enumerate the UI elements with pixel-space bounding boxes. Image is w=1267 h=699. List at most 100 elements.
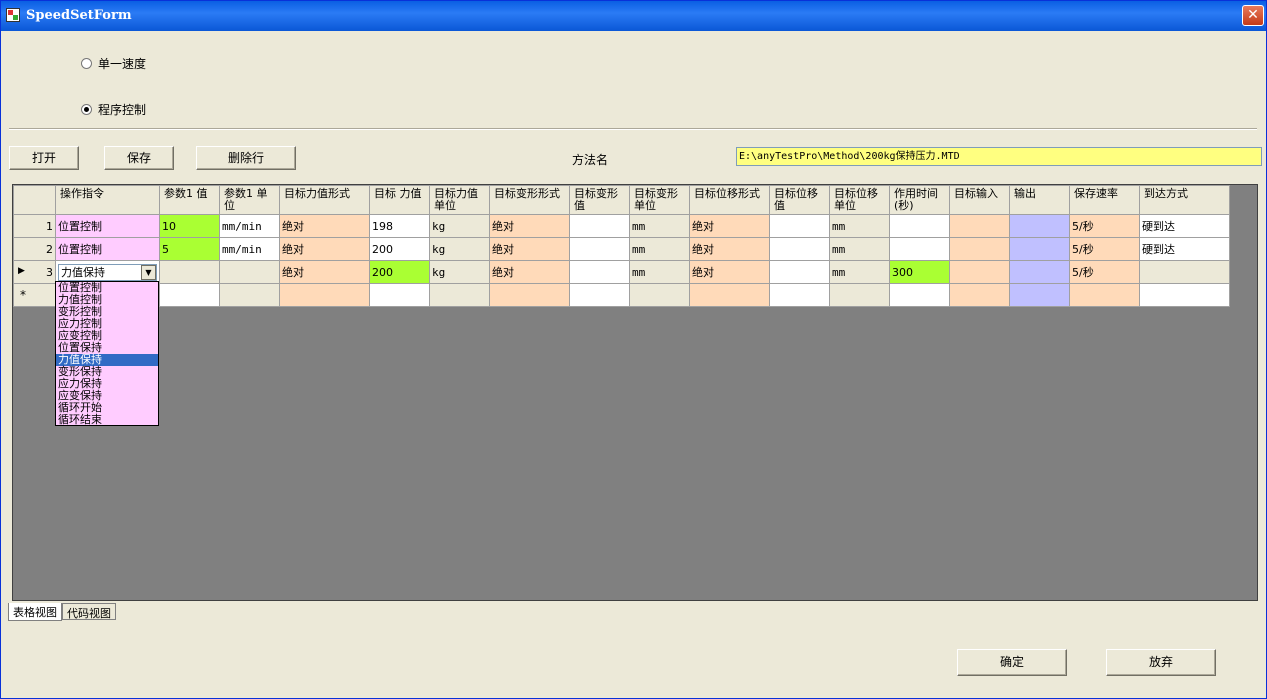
title-bar[interactable]: SpeedSetForm ✕: [1, 1, 1266, 31]
cell-new[interactable]: [279, 283, 370, 307]
cell-def-form[interactable]: 绝对: [489, 237, 570, 261]
cell-output[interactable]: [1009, 237, 1070, 261]
cell-pos-val[interactable]: [769, 260, 830, 284]
cell-new[interactable]: [1139, 283, 1230, 307]
col-header-target-input[interactable]: 目标输入: [949, 185, 1010, 215]
col-header-cmd[interactable]: 操作指令: [55, 185, 160, 215]
cell-time[interactable]: [889, 214, 950, 238]
cell-new[interactable]: [1069, 283, 1140, 307]
new-row-header[interactable]: *: [13, 283, 56, 307]
cell-arrive[interactable]: 硬到达: [1139, 237, 1230, 261]
cell-pos-unit[interactable]: mm: [829, 214, 890, 238]
cell-pos-unit[interactable]: mm: [829, 260, 890, 284]
cell-p1-unit[interactable]: mm/min: [219, 214, 280, 238]
radio-single-speed[interactable]: 单一速度: [81, 55, 146, 72]
col-header-def-val[interactable]: 目标变形值: [569, 185, 630, 215]
cell-new[interactable]: [889, 283, 950, 307]
cell-arrive[interactable]: 硬到达: [1139, 214, 1230, 238]
radio-circle[interactable]: [81, 58, 92, 69]
cell-target-input[interactable]: [949, 237, 1010, 261]
cell-new[interactable]: [159, 283, 220, 307]
cell-force-unit[interactable]: kg: [429, 260, 490, 284]
col-header-arrive[interactable]: 到达方式: [1139, 185, 1230, 215]
cell-time[interactable]: 300: [889, 260, 950, 284]
tab-table-view[interactable]: 表格视图: [8, 603, 62, 621]
row-header[interactable]: 1: [13, 214, 56, 238]
cell-target-input[interactable]: [949, 214, 1010, 238]
cell-def-form[interactable]: 绝对: [489, 214, 570, 238]
open-button[interactable]: 打开: [9, 146, 79, 170]
save-button[interactable]: 保存: [104, 146, 174, 170]
col-header-p1-unit[interactable]: 参数1 单位: [219, 185, 280, 215]
cell-p1[interactable]: [159, 260, 220, 284]
cell-new[interactable]: [429, 283, 490, 307]
method-name-input[interactable]: E:\anyTestPro\Method\200kg保持压力.MTD: [736, 147, 1262, 166]
data-grid[interactable]: 操作指令 参数1 值 参数1 单位 目标力值形式 目标 力值 目标力值单位 目标…: [12, 184, 1258, 601]
col-header-force-val[interactable]: 目标 力值: [369, 185, 430, 215]
command-dropdown-list[interactable]: 位置控制 力值控制 变形控制 应力控制 应变控制 位置保持 力值保持 变形保持 …: [55, 281, 159, 426]
row-header[interactable]: ▶ 3: [13, 260, 56, 284]
cell-pos-form[interactable]: 绝对: [689, 214, 770, 238]
cancel-button[interactable]: 放弃: [1106, 649, 1216, 676]
cell-pos-val[interactable]: [769, 214, 830, 238]
col-header-force-unit[interactable]: 目标力值单位: [429, 185, 490, 215]
cell-new[interactable]: [689, 283, 770, 307]
cell-save-rate[interactable]: 5/秒: [1069, 260, 1140, 284]
cell-new[interactable]: [369, 283, 430, 307]
cell-force-unit[interactable]: kg: [429, 214, 490, 238]
cell-def-unit[interactable]: mm: [629, 237, 690, 261]
radio-program-control[interactable]: 程序控制: [81, 101, 146, 118]
col-header-time[interactable]: 作用时间(秒): [889, 185, 950, 215]
cell-p1[interactable]: 5: [159, 237, 220, 261]
cell-new[interactable]: [489, 283, 570, 307]
cell-pos-form[interactable]: 绝对: [689, 237, 770, 261]
cell-pos-val[interactable]: [769, 237, 830, 261]
cell-new[interactable]: [569, 283, 630, 307]
chevron-down-icon[interactable]: ▼: [141, 264, 156, 280]
ok-button[interactable]: 确定: [957, 649, 1067, 676]
cell-def-form[interactable]: 绝对: [489, 260, 570, 284]
cell-force-val[interactable]: 198: [369, 214, 430, 238]
tab-code-view[interactable]: 代码视图: [62, 603, 116, 620]
cell-pos-unit[interactable]: mm: [829, 237, 890, 261]
cell-def-val[interactable]: [569, 214, 630, 238]
cell-new[interactable]: [629, 283, 690, 307]
cell-target-input[interactable]: [949, 260, 1010, 284]
row-header[interactable]: 2: [13, 237, 56, 261]
cell-new[interactable]: [1009, 283, 1070, 307]
cell-def-val[interactable]: [569, 237, 630, 261]
dropdown-option[interactable]: 循环结束: [56, 414, 158, 426]
col-header-force-form[interactable]: 目标力值形式: [279, 185, 370, 215]
cell-new[interactable]: [949, 283, 1010, 307]
cell-output[interactable]: [1009, 260, 1070, 284]
table-row-current[interactable]: ▶ 3 力值保持 ▼ 绝对 200 kg 绝对 mm 绝对 mm 300 5/秒: [13, 260, 1230, 284]
cell-force-form[interactable]: 绝对: [279, 237, 370, 261]
close-button[interactable]: ✕: [1242, 5, 1264, 26]
cell-cmd[interactable]: 位置控制: [55, 237, 160, 261]
cell-output[interactable]: [1009, 214, 1070, 238]
radio-circle-checked[interactable]: [81, 104, 92, 115]
col-header-save-rate[interactable]: 保存速率: [1069, 185, 1140, 215]
col-header-pos-unit[interactable]: 目标位移单位: [829, 185, 890, 215]
cell-new[interactable]: [829, 283, 890, 307]
cell-force-val[interactable]: 200: [369, 260, 430, 284]
cell-force-form[interactable]: 绝对: [279, 260, 370, 284]
cell-new[interactable]: [769, 283, 830, 307]
col-header-pos-val[interactable]: 目标位移值: [769, 185, 830, 215]
cell-force-unit[interactable]: kg: [429, 237, 490, 261]
cell-p1-unit[interactable]: mm/min: [219, 237, 280, 261]
cell-pos-form[interactable]: 绝对: [689, 260, 770, 284]
cell-def-unit[interactable]: mm: [629, 260, 690, 284]
cell-p1-unit[interactable]: [219, 260, 280, 284]
cell-p1[interactable]: 10: [159, 214, 220, 238]
cell-new[interactable]: [219, 283, 280, 307]
col-header-output[interactable]: 输出: [1009, 185, 1070, 215]
table-row-new[interactable]: *: [13, 283, 1230, 307]
cell-save-rate[interactable]: 5/秒: [1069, 214, 1140, 238]
col-header-p1[interactable]: 参数1 值: [159, 185, 220, 215]
col-header-def-unit[interactable]: 目标变形单位: [629, 185, 690, 215]
command-combo[interactable]: 力值保持 ▼: [58, 263, 157, 281]
delete-row-button[interactable]: 删除行: [196, 146, 296, 170]
table-row[interactable]: 1 位置控制 10 mm/min 绝对 198 kg 绝对 mm 绝对 mm 5…: [13, 214, 1230, 238]
col-header-pos-form[interactable]: 目标位移形式: [689, 185, 770, 215]
